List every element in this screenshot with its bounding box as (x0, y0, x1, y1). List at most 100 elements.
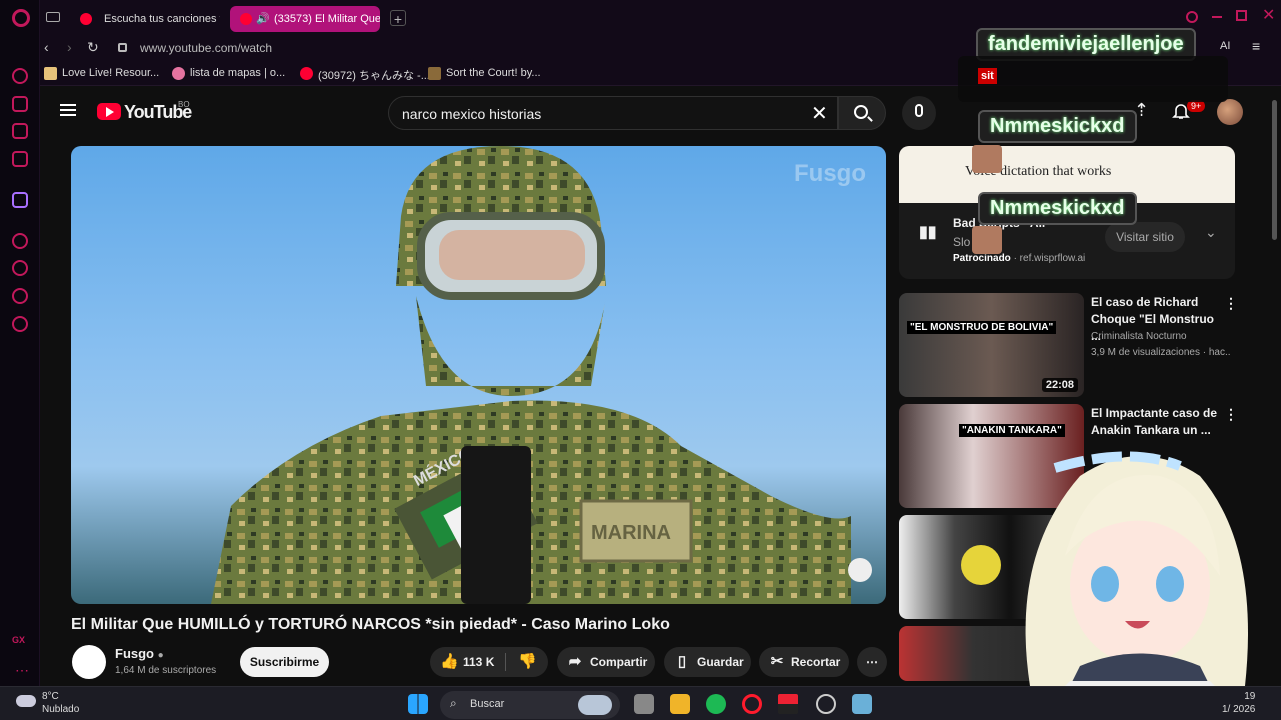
search-highlight-icon (578, 695, 612, 715)
ai-button[interactable]: AI (1220, 40, 1230, 52)
tab-label: Escucha tus canciones y a (104, 13, 220, 25)
spotify-icon[interactable] (706, 694, 726, 714)
name-tape-text: MARINA (591, 522, 671, 544)
bookmark-favicon-icon (172, 67, 185, 80)
more-vert-icon[interactable]: ⋮ (1224, 406, 1238, 423)
new-tab-button[interactable]: + (390, 10, 406, 27)
more-actions-button[interactable]: ⋯ (857, 647, 887, 677)
video-thumbnail[interactable]: "EL MONSTRUO DE BOLIVIA" 22:08 (899, 293, 1084, 397)
tab-music[interactable]: Escucha tus canciones y a (70, 6, 220, 32)
search-button[interactable] (838, 96, 886, 130)
bookmark-item[interactable]: Sort the Court! by... (428, 67, 541, 80)
clip-button[interactable]: ✂ Recortar (759, 647, 849, 677)
history-icon[interactable] (12, 260, 28, 276)
share-icon: ➦ (568, 653, 582, 670)
workspaces-icon[interactable] (12, 96, 28, 112)
recommendation-item[interactable]: "EL MONSTRUO DE BOLIVIA" 22:08 El caso d… (899, 293, 1238, 399)
whatsapp-icon[interactable] (12, 151, 28, 167)
bookmark-item[interactable]: Love Live! Resour... (44, 67, 159, 80)
chat-overlay-tag: sit (978, 68, 997, 84)
twitch-icon[interactable] (12, 192, 28, 208)
close-window-icon[interactable]: ✕ (1262, 5, 1275, 25)
maximize-icon[interactable] (1236, 10, 1247, 21)
url-field[interactable]: www.youtube.com/watch (140, 41, 272, 55)
extensions-icon[interactable] (12, 288, 28, 304)
bookmark-icon: ▯ (677, 653, 687, 670)
reload-icon[interactable]: ↻ (87, 39, 99, 56)
mic-icon (915, 104, 923, 117)
page-scrollbar[interactable] (1272, 100, 1277, 240)
verified-icon: ● (157, 650, 164, 661)
settings-icon[interactable] (12, 316, 28, 332)
mask-thumbnail-icon (961, 545, 1001, 585)
tab-video[interactable]: 🔊 (33573) El Militar Que (230, 6, 380, 32)
like-icon[interactable]: 👍 (440, 654, 459, 670)
chevron-down-icon[interactable]: ⌄ (1205, 224, 1217, 241)
channel-mascot-icon (848, 558, 872, 582)
ad-sponsored-label: Patrocinado · ref.wisprflow.ai (953, 253, 1086, 264)
app-icon[interactable] (778, 694, 798, 714)
channel-avatar[interactable] (72, 645, 106, 679)
tab-label: (33573) El Militar Que (274, 13, 380, 25)
steam-icon[interactable] (816, 694, 836, 714)
search-icon (854, 105, 868, 119)
bookmark-item[interactable]: lista de mapas | o... (172, 67, 285, 80)
windows-start-icon[interactable] (408, 694, 428, 714)
search-query: narco mexico historias (402, 106, 542, 122)
clear-search-icon[interactable]: ✕ (811, 101, 828, 126)
forward-icon[interactable]: › (67, 39, 72, 55)
aria-icon[interactable] (12, 68, 28, 84)
recommendation-channel[interactable]: Criminalista Nocturno (1091, 331, 1187, 342)
photos-icon[interactable] (852, 694, 872, 714)
player-icon[interactable] (12, 233, 28, 249)
video-player[interactable]: MÉXICO MARINA Fusgo (71, 146, 886, 604)
channel-name[interactable]: Fusgo ● (115, 646, 164, 661)
weather-widget[interactable]: 8°C Nublado (42, 690, 79, 716)
more-icon[interactable]: ⋯ (15, 662, 29, 679)
search-input[interactable]: narco mexico historias ✕ (388, 96, 838, 130)
bookmark-favicon-icon (300, 67, 313, 80)
save-button[interactable]: ▯ Guardar (664, 647, 751, 677)
account-avatar[interactable] (1217, 99, 1243, 125)
system-clock[interactable]: 19 1/ 2026 (1222, 690, 1255, 716)
subscribe-button[interactable]: Suscribirme (240, 647, 329, 677)
youtube-logo-icon[interactable] (97, 103, 121, 120)
visit-site-button[interactable]: Visitar sitio (1105, 222, 1185, 252)
opera-logo-icon[interactable] (12, 9, 30, 27)
subscriber-count: 1,64 M de suscriptores (115, 665, 217, 676)
chat-overlay-username: Nmmeskickxd (978, 192, 1137, 225)
country-code: BO (178, 100, 190, 109)
youtube-favicon-icon (80, 13, 92, 25)
search-tabs-icon[interactable] (1186, 11, 1198, 23)
bookmark-favicon-icon (44, 67, 57, 80)
thumbnail-caption: "EL MONSTRUO DE BOLIVIA" (907, 321, 1057, 334)
speaker-icon[interactable]: 🔊 (256, 6, 270, 32)
file-explorer-icon[interactable] (670, 694, 690, 714)
opera-gx-icon[interactable] (742, 694, 762, 714)
messenger-icon[interactable] (12, 123, 28, 139)
like-count[interactable]: 113 K (463, 647, 494, 677)
weather-cloud-icon[interactable] (16, 695, 36, 707)
task-view-icon[interactable] (634, 694, 654, 714)
gx-badge-icon: GX (12, 635, 26, 645)
like-dislike-group: 👍 113 K 👎 (430, 647, 548, 677)
back-icon[interactable]: ‹ (44, 39, 49, 55)
search-icon: ⌕ (450, 696, 457, 710)
bookmark-item[interactable]: (30972) ちゃんみな -... (300, 67, 430, 83)
divider (505, 653, 506, 671)
scissors-icon: ✂ (770, 653, 784, 670)
recommendation-title[interactable]: El Impactante caso de Anakin Tankara un … (1091, 405, 1219, 439)
minimize-icon[interactable] (1212, 16, 1222, 18)
duration-badge: 22:08 (1041, 378, 1078, 392)
easy-setup-icon[interactable]: ≡ (1252, 38, 1260, 54)
menu-icon[interactable] (60, 104, 76, 116)
share-button[interactable]: ➦ Compartir (557, 647, 655, 677)
tab-menu-icon[interactable] (46, 12, 60, 22)
vtuber-avatar (1025, 451, 1248, 686)
dislike-icon[interactable]: 👎 (518, 654, 537, 670)
more-vert-icon[interactable]: ⋮ (1224, 295, 1238, 312)
voice-search-button[interactable] (902, 96, 936, 130)
taskbar-search[interactable]: ⌕ Buscar (440, 691, 620, 719)
bookmark-favicon-icon (428, 67, 441, 80)
chat-overlay-box: sit (958, 56, 1228, 102)
